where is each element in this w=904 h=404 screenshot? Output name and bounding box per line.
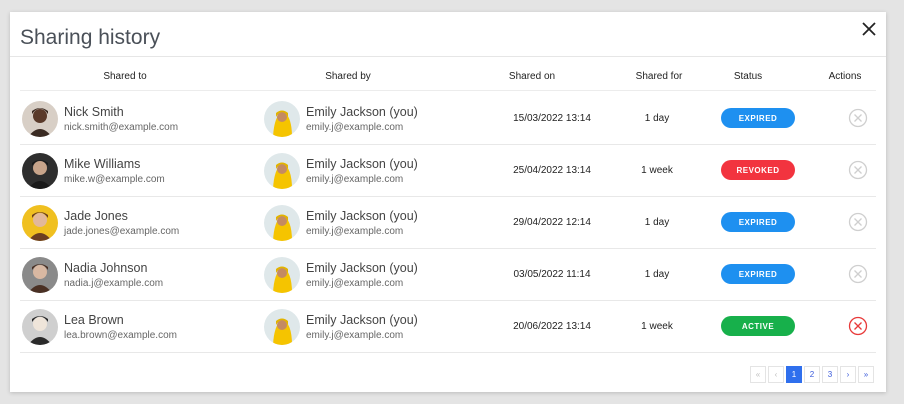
pagination-page-2[interactable]: 2 (804, 366, 820, 383)
shared-to-name: Nick Smith (64, 105, 124, 119)
shared-for-duration: 1 week (641, 321, 673, 332)
circle-x-icon (848, 160, 868, 180)
shared-on-date: 20/06/2022 13:14 (513, 321, 591, 332)
dialog-title: Sharing history (20, 26, 161, 49)
shared-by-email: emily.j@example.com (306, 174, 404, 185)
shared-for-duration: 1 day (644, 217, 670, 228)
pagination-page-3[interactable]: 3 (822, 366, 838, 383)
revoke-button[interactable] (848, 108, 868, 128)
table-row: Nadia Johnson nadia.j@example.com Emily … (20, 249, 876, 301)
shared-by-avatar (264, 309, 300, 345)
col-header-shared-on: Shared on (508, 71, 556, 82)
revoke-button[interactable] (848, 212, 868, 232)
col-header-shared-for: Shared for (635, 71, 683, 82)
shared-to-email: nick.smith@example.com (64, 122, 179, 133)
pagination-next[interactable]: › (840, 366, 856, 383)
table-row: Lea Brown lea.brown@example.com Emily Ja… (20, 301, 876, 353)
shared-on-date: 03/05/2022 11:14 (513, 269, 591, 280)
shared-to-email: nadia.j@example.com (64, 278, 164, 289)
shared-to-email: lea.brown@example.com (64, 330, 177, 341)
shared-by-name: Emily Jackson (you) (306, 313, 418, 327)
shared-to-name: Nadia Johnson (64, 261, 148, 275)
shared-on-date: 29/04/2022 12:14 (513, 217, 591, 228)
shared-to-email: jade.jones@example.com (64, 226, 180, 237)
close-button[interactable] (860, 20, 878, 38)
col-header-shared-to: Shared to (103, 71, 147, 82)
shared-by-avatar (264, 257, 300, 293)
revoke-button[interactable] (848, 264, 868, 284)
status-badge: EXPIRED (721, 264, 795, 284)
shared-to-avatar (22, 257, 58, 293)
shared-to-name: Mike Williams (64, 157, 141, 171)
shared-to-avatar (22, 205, 58, 241)
title-divider (10, 56, 886, 57)
status-badge: REVOKED (721, 160, 795, 180)
pagination-page-1[interactable]: 1 (786, 366, 802, 383)
circle-x-icon (848, 108, 868, 128)
revoke-button[interactable] (848, 316, 868, 336)
status-badge: ACTIVE (721, 316, 795, 336)
revoke-button[interactable] (848, 160, 868, 180)
circle-x-icon (848, 212, 868, 232)
shared-by-name: Emily Jackson (you) (306, 105, 418, 119)
circle-x-icon (848, 264, 868, 284)
shared-by-email: emily.j@example.com (306, 330, 404, 341)
close-icon (862, 22, 876, 36)
shared-to-name: Lea Brown (64, 313, 124, 327)
shared-for-duration: 1 day (644, 269, 670, 280)
shared-to-name: Jade Jones (64, 209, 128, 223)
shared-by-avatar (264, 205, 300, 241)
status-badge: EXPIRED (721, 108, 795, 128)
shared-for-duration: 1 week (641, 165, 673, 176)
pagination-first[interactable]: « (750, 366, 766, 383)
shared-by-name: Emily Jackson (you) (306, 261, 418, 275)
shared-to-avatar (22, 101, 58, 137)
shared-by-email: emily.j@example.com (306, 226, 404, 237)
table-row: Jade Jones jade.jones@example.com Emily … (20, 197, 876, 249)
pagination: « ‹ 1 2 3 › » (750, 366, 874, 383)
col-header-status: Status (733, 71, 763, 82)
circle-x-icon (848, 316, 868, 336)
sharing-history-dialog: Sharing history Shared to Shared by Shar… (10, 12, 886, 392)
shared-for-duration: 1 day (644, 113, 670, 124)
shared-by-name: Emily Jackson (you) (306, 157, 418, 171)
shared-by-avatar (264, 153, 300, 189)
shared-on-date: 15/03/2022 13:14 (513, 113, 591, 124)
table-row: Mike Williams mike.w@example.com Emily J… (20, 145, 876, 197)
shared-by-email: emily.j@example.com (306, 122, 404, 133)
col-header-actions: Actions (828, 71, 862, 82)
shared-to-avatar (22, 309, 58, 345)
shared-by-email: emily.j@example.com (306, 278, 404, 289)
shared-on-date: 25/04/2022 13:14 (513, 165, 591, 176)
col-header-shared-by: Shared by (325, 71, 371, 82)
table-row: Nick Smith nick.smith@example.com Emily … (20, 93, 876, 145)
row-divider (20, 352, 876, 353)
shared-to-avatar (22, 153, 58, 189)
pagination-prev[interactable]: ‹ (768, 366, 784, 383)
pagination-last[interactable]: » (858, 366, 874, 383)
status-badge: EXPIRED (721, 212, 795, 232)
shared-to-email: mike.w@example.com (64, 174, 165, 185)
header-divider (20, 90, 876, 91)
shared-by-avatar (264, 101, 300, 137)
shared-by-name: Emily Jackson (you) (306, 209, 418, 223)
